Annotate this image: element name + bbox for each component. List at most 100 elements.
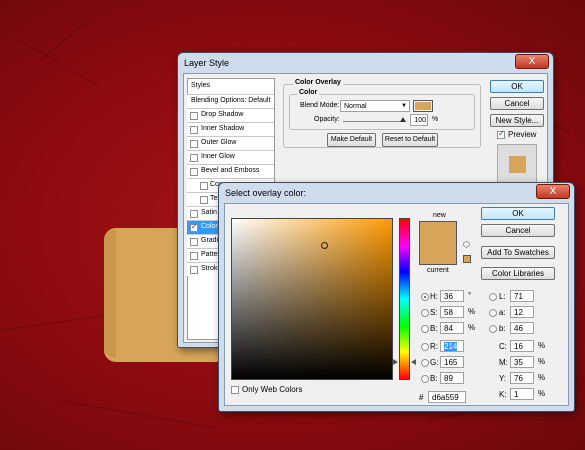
style-item-bevel-emboss[interactable]: Bevel and Emboss — [187, 164, 274, 178]
overlay-color-swatch[interactable] — [413, 100, 433, 112]
saturation-radio[interactable] — [421, 309, 429, 317]
brightness-radio[interactable] — [421, 325, 429, 333]
opacity-slider-handle[interactable] — [400, 117, 406, 122]
blue-label: B: — [430, 374, 438, 383]
inner-shadow-checkbox[interactable] — [190, 126, 198, 134]
style-item-drop-shadow[interactable]: Drop Shadow — [187, 108, 274, 122]
hue-arrow-right[interactable] — [411, 359, 416, 365]
ok-button[interactable]: OK — [490, 80, 544, 93]
a-channel-radio[interactable] — [489, 309, 497, 317]
outer-glow-checkbox[interactable] — [190, 140, 198, 148]
saturation-input[interactable]: 58 — [440, 306, 464, 318]
hue-input[interactable]: 36 — [440, 290, 464, 302]
color-overlay-checkbox[interactable] — [190, 222, 198, 232]
satin-checkbox[interactable] — [190, 210, 198, 218]
style-item-label: Satin — [201, 209, 217, 216]
texture-crack — [19, 40, 99, 86]
magenta-label: M: — [499, 358, 508, 367]
texture-checkbox[interactable] — [200, 196, 208, 204]
blend-mode-select[interactable]: Normal ▼ — [340, 100, 410, 112]
web-safe-color-icon[interactable] — [463, 255, 471, 263]
red-input[interactable]: 214 — [440, 340, 464, 352]
current-color-label: current — [427, 267, 449, 274]
cancel-button[interactable]: Cancel — [481, 224, 555, 237]
brightness-unit: % — [468, 323, 476, 332]
lightness-input[interactable]: 71 — [510, 290, 534, 302]
blend-mode-label: Blend Mode: — [300, 102, 340, 109]
b-channel-radio[interactable] — [489, 325, 497, 333]
style-item-label: Inner Glow — [201, 153, 235, 160]
opacity-input[interactable]: 100 — [410, 114, 428, 126]
cube-icon[interactable]: ⬡ — [463, 241, 472, 249]
yellow-label: Y: — [499, 374, 507, 383]
picker-title: Select overlay color: — [225, 188, 307, 198]
green-input[interactable]: 165 — [440, 356, 464, 368]
close-button[interactable]: X — [515, 54, 549, 69]
red-value: 214 — [444, 342, 458, 351]
green-radio[interactable] — [421, 359, 429, 367]
close-button[interactable]: X — [536, 184, 570, 199]
style-item-label: Drop Shadow — [201, 111, 244, 118]
color-libraries-button[interactable]: Color Libraries — [481, 267, 555, 280]
preview-label: Preview — [508, 130, 537, 139]
style-item-outer-glow[interactable]: Outer Glow — [187, 136, 274, 150]
magenta-unit: % — [538, 357, 546, 366]
lightness-radio[interactable] — [489, 293, 497, 301]
add-to-swatches-button[interactable]: Add To Swatches — [481, 246, 555, 259]
contour-checkbox[interactable] — [200, 182, 208, 190]
ok-button[interactable]: OK — [481, 207, 555, 220]
saturation-brightness-field[interactable] — [231, 218, 393, 380]
red-radio[interactable] — [421, 343, 429, 351]
saturation-unit: % — [468, 307, 476, 316]
blending-options-label: Blending Options: Default — [191, 97, 271, 104]
preview-checkbox[interactable] — [497, 129, 505, 139]
bevel-emboss-checkbox[interactable] — [190, 168, 198, 176]
hue-arrow-left[interactable] — [393, 359, 398, 365]
hex-input[interactable]: d6a559 — [428, 391, 466, 403]
new-color-swatch — [419, 221, 457, 265]
make-default-button[interactable]: Make Default — [327, 133, 376, 147]
texture-crack — [59, 400, 218, 429]
brightness-input[interactable]: 84 — [440, 322, 464, 334]
green-label: G: — [430, 358, 439, 367]
style-item-inner-glow[interactable]: Inner Glow — [187, 150, 274, 164]
drop-shadow-checkbox[interactable] — [190, 112, 198, 120]
hue-label: H: — [430, 292, 438, 301]
pattern-overlay-checkbox[interactable] — [190, 252, 198, 260]
new-color-label: new — [433, 212, 446, 219]
yellow-input[interactable]: 76 — [510, 372, 534, 384]
preview-swatch — [509, 156, 526, 173]
style-item-inner-shadow[interactable]: Inner Shadow — [187, 122, 274, 136]
dialog-title: Layer Style — [184, 58, 230, 68]
stroke-checkbox[interactable] — [190, 266, 198, 274]
inner-glow-checkbox[interactable] — [190, 154, 198, 162]
color-picker-cursor[interactable] — [321, 242, 328, 249]
hue-slider[interactable] — [399, 218, 410, 380]
blue-input[interactable]: 89 — [440, 372, 464, 384]
styles-header[interactable]: Styles — [191, 82, 210, 89]
cancel-button[interactable]: Cancel — [490, 97, 544, 110]
a-channel-label: a: — [499, 308, 506, 317]
swatch-fill — [415, 102, 431, 110]
subgroup-title: Color — [297, 89, 320, 96]
only-web-colors-checkbox[interactable] — [231, 386, 239, 394]
black-label: K: — [499, 390, 507, 399]
b-channel-input[interactable]: 46 — [510, 322, 534, 334]
black-input[interactable]: 1 — [510, 388, 534, 400]
blending-options-item[interactable]: Blending Options: Default — [187, 94, 274, 108]
reset-default-button[interactable]: Reset to Default — [382, 133, 438, 147]
black-unit: % — [538, 389, 546, 398]
a-channel-input[interactable]: 12 — [510, 306, 534, 318]
preview-box — [497, 144, 537, 184]
hue-radio[interactable] — [421, 293, 429, 301]
magenta-input[interactable]: 35 — [510, 356, 534, 368]
gradient-overlay-checkbox[interactable] — [190, 238, 198, 246]
red-label: R: — [430, 342, 438, 351]
cyan-input[interactable]: 16 — [510, 340, 534, 352]
blue-radio[interactable] — [421, 375, 429, 383]
hex-label: # — [419, 393, 424, 402]
cyan-label: C: — [499, 342, 507, 351]
hue-unit: ° — [468, 291, 472, 300]
new-style-button[interactable]: New Style... — [490, 114, 544, 127]
opacity-slider[interactable] — [343, 121, 405, 122]
